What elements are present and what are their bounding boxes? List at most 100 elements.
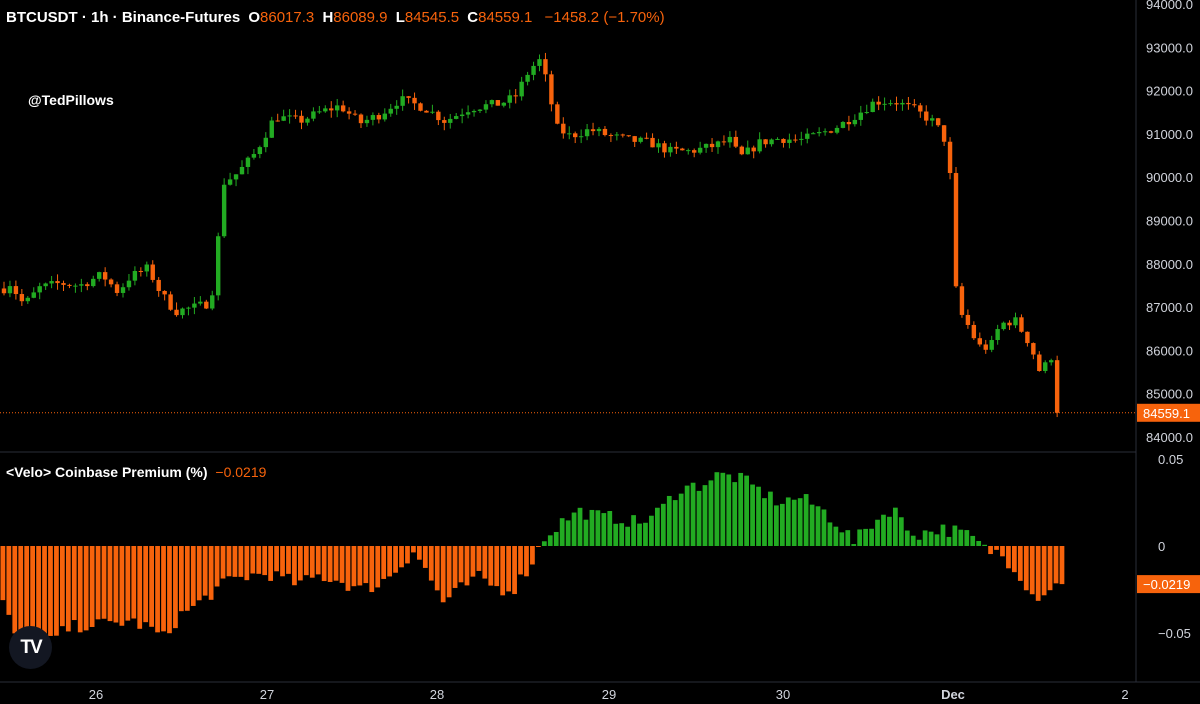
candle: [376, 112, 382, 124]
premium-bar: [42, 546, 47, 643]
premium-bar: [167, 546, 172, 634]
candle: [584, 123, 590, 141]
candle: [906, 96, 911, 110]
premium-bar: [393, 546, 398, 573]
candle: [192, 297, 197, 315]
candle: [388, 103, 393, 117]
candle: [858, 105, 863, 126]
candle: [811, 131, 816, 135]
candle: [697, 141, 703, 155]
premium-bar: [1029, 546, 1035, 595]
premium-bar: [839, 532, 845, 546]
tradingview-logo-icon[interactable]: TV: [9, 626, 52, 669]
premium-bar: [708, 480, 714, 546]
premium-bar: [809, 504, 815, 546]
premium-bar: [363, 546, 369, 584]
change-value: −1458.2 (−1.70%): [544, 9, 665, 26]
candle: [1025, 331, 1030, 347]
premium-bar: [417, 546, 422, 560]
candle: [442, 116, 447, 131]
premium-bar: [440, 546, 446, 603]
premium-bar: [494, 546, 500, 587]
high-value: 86089.9: [333, 9, 388, 26]
premium-bar: [333, 546, 339, 581]
candle: [912, 99, 917, 108]
premium-bar: [173, 546, 178, 629]
candle: [364, 115, 370, 127]
premium-bar: [232, 546, 238, 577]
premium-bar: [655, 507, 660, 546]
candle: [668, 142, 673, 157]
candle: [49, 276, 54, 289]
candle: [989, 335, 994, 353]
premium-bar: [18, 546, 24, 633]
candle: [483, 100, 489, 114]
premium-bar: [292, 546, 297, 586]
candle: [983, 339, 988, 354]
symbol-title[interactable]: BTCUSDT · 1h · Binance-Futures: [6, 9, 240, 26]
candle: [477, 109, 483, 113]
premium-bar: [625, 526, 630, 546]
candle: [721, 135, 727, 146]
premium-bar: [762, 498, 767, 546]
premium-bar: [339, 546, 345, 583]
premium-bar: [113, 546, 119, 623]
premium-bar: [530, 546, 535, 565]
candle: [495, 100, 501, 106]
open-value: 86017.3: [260, 9, 315, 26]
premium-bar: [256, 546, 262, 574]
candle: [965, 309, 971, 329]
candle: [43, 282, 48, 290]
price-tick-label: 85000.0: [1146, 387, 1193, 402]
indicator-value: −0.0219: [215, 464, 267, 480]
premium-bar: [244, 546, 250, 581]
indicator-name: <Velo> Coinbase Premium (%): [6, 464, 208, 480]
premium-bar: [381, 546, 387, 579]
candle: [1049, 358, 1054, 366]
time-tick-label: 27: [260, 687, 274, 702]
candle: [870, 98, 875, 113]
premium-bar: [791, 499, 797, 546]
candle: [793, 134, 798, 143]
premium-bar: [875, 519, 880, 546]
premium-bar: [988, 546, 993, 555]
premium-bar: [155, 546, 160, 633]
candle: [1013, 312, 1018, 329]
indicator-legend[interactable]: <Velo> Coinbase Premium (%) −0.0219: [6, 464, 266, 480]
candle: [751, 145, 756, 159]
premium-bar: [660, 503, 666, 546]
premium-bar: [1053, 546, 1059, 584]
candle: [299, 110, 304, 130]
candle: [930, 114, 935, 127]
premium-bar: [315, 546, 321, 575]
candle: [888, 99, 893, 107]
candle: [204, 299, 209, 310]
premium-bar: [327, 546, 333, 582]
candle: [412, 92, 417, 110]
premium-bar: [970, 535, 976, 546]
price-tick-label: 93000.0: [1146, 40, 1193, 55]
price-tick-label: 91000.0: [1146, 127, 1193, 142]
premium-bar: [607, 511, 613, 546]
candle: [370, 112, 376, 126]
premium-bar: [0, 546, 6, 601]
premium-bar: [994, 546, 999, 550]
premium-bar: [387, 546, 392, 577]
candle: [816, 127, 822, 137]
premium-bar: [1012, 546, 1017, 573]
premium-bar: [726, 474, 732, 546]
candle: [1043, 360, 1048, 374]
premium-bar: [774, 505, 779, 546]
candle: [745, 140, 750, 155]
candle: [114, 281, 120, 297]
candle: [507, 89, 512, 109]
candle: [424, 110, 429, 113]
time-tick-label: 29: [602, 687, 616, 702]
premium-bar: [1047, 546, 1053, 591]
premium-bar: [643, 522, 648, 546]
indicator-pane[interactable]: [0, 472, 1065, 651]
price-pane[interactable]: [0, 52, 1136, 418]
candle: [275, 113, 280, 122]
premium-bar: [827, 522, 833, 546]
indicator-tick-label: 0: [1158, 539, 1165, 554]
